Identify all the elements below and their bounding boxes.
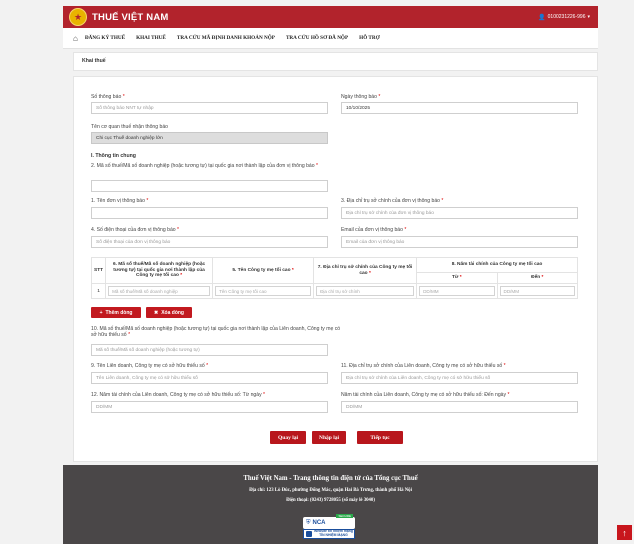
field11-label: 11. Địa chỉ trụ sở chính của Liên doanh,…	[341, 363, 506, 369]
main-navigation: ⌂ ĐĂNG KÝ THUẾ KHAI THUẾ TRA CỨU MÃ ĐỊNH…	[63, 28, 598, 49]
site-footer: Thuế Việt Nam - Trang thông tin điện tử …	[63, 465, 598, 544]
email-input[interactable]: Email của đơn vị thông báo	[341, 236, 578, 248]
back-button[interactable]: Quay lại	[270, 431, 306, 444]
plus-icon: +	[99, 309, 103, 316]
field3-label: 3. Địa chỉ trụ sở chính của đơn vị thông…	[341, 198, 444, 204]
star-icon: ★	[73, 11, 83, 22]
arrow-up-icon: ↑	[622, 527, 627, 538]
field4-input[interactable]: Số điện thoại của đơn vị thông báo	[91, 236, 328, 248]
nav-khai-thue[interactable]: KHAI THUẾ	[136, 35, 166, 41]
nav-tra-cuu-ma-dinh-danh[interactable]: TRA CỨU MÃ ĐỊNH DANH KHOẢN NỘP	[177, 35, 275, 41]
reenter-button[interactable]: Nhập lại	[312, 431, 346, 444]
table-header-col7: 7. Địa chỉ trụ sở chính của Công ty mẹ t…	[313, 257, 418, 284]
trust-icon	[306, 531, 312, 537]
table-header-col8: 8. Năm tài chính của Công ty mẹ tối cao	[416, 257, 578, 273]
field2-label: 2. Mã số thuế/Mã số doanh nghiệp (hoặc t…	[91, 163, 318, 169]
so-thong-bao-input[interactable]: Số thông báo NNT tự nhập	[91, 102, 328, 114]
scroll-to-top-button[interactable]: ↑	[617, 525, 632, 540]
co-quan-thue-label: Tên cơ quan thuế nhận thông báo	[91, 124, 168, 130]
table-header-den: Đến *	[496, 272, 579, 284]
field2-input[interactable]	[91, 180, 328, 192]
section-general-info: I. Thông tin chung	[91, 153, 136, 159]
ngay-thong-bao-input[interactable]: 10/10/2025	[341, 102, 578, 114]
footer-phone: Điện thoại: (0243) 9728055 (số máy lẻ 30…	[286, 498, 375, 503]
delete-row-button[interactable]: ✖ Xóa dòng	[146, 307, 192, 318]
field9-label: 9. Tên Liên doanh, Công ty mẹ có sở hữu …	[91, 363, 209, 369]
top-header-bar: ★ THUẾ VIỆT NAM 👤 0100231226-996 ▾	[63, 6, 598, 28]
add-row-button[interactable]: + Thêm dòng	[91, 307, 141, 318]
row-stt: 1	[90, 283, 107, 299]
home-icon[interactable]: ⌂	[73, 34, 78, 43]
row-tu-input[interactable]: DD/MM	[419, 286, 495, 296]
field12b-input[interactable]: DD/MM	[341, 401, 578, 413]
so-thong-bao-label: Số thông báo *	[91, 94, 125, 100]
table-header-col5: 5. Tên Công ty mẹ tối cao *	[212, 257, 315, 284]
close-icon: ✖	[154, 309, 159, 316]
field1-label: 1. Tên đơn vị thông báo *	[91, 198, 149, 204]
user-icon: 👤	[538, 14, 546, 21]
trust-badge[interactable]: Website tín nhiệm mạng TÍN NHIỆM MẠNG	[303, 529, 355, 539]
page-title: Khai thuế	[73, 52, 598, 71]
row-diachi-input[interactable]: Địa chỉ trụ sở chính	[316, 286, 415, 296]
field12-label: 12. Năm tài chính của Liên doanh, Công t…	[91, 392, 266, 398]
field3-input[interactable]: Địa chỉ trụ sở chính của đơn vị thông bá…	[341, 207, 578, 219]
field9-input[interactable]: Tên Liên doanh, Công ty mẹ có sở hữu thi…	[91, 372, 328, 384]
table-row: 1 Mã số thuế/Mã số doanh nghiệp Tên Công…	[90, 283, 579, 299]
nav-ho-tro[interactable]: HỖ TRỢ	[359, 35, 380, 41]
chevron-down-icon: ▾	[587, 14, 590, 20]
email-label: Email của đơn vị thông báo *	[341, 227, 407, 233]
nca-badge[interactable]: ⛨ NCA SECURE	[303, 514, 355, 529]
table-header-tu: Từ *	[416, 272, 498, 284]
user-menu[interactable]: 👤 0100231226-996 ▾	[538, 14, 590, 21]
nav-tra-cuu-ho-so[interactable]: TRA CỨU HỒ SƠ ĐÃ NỘP	[286, 35, 348, 41]
ngay-thong-bao-label: Ngày thông báo *	[341, 94, 381, 100]
field1-input[interactable]	[91, 207, 328, 219]
row-den-input[interactable]: DD/MM	[499, 286, 575, 296]
footer-address: Địa chỉ: 123 Lò Đúc, phường Đống Mác, qu…	[249, 488, 412, 493]
tax-emblem-logo[interactable]: ★	[69, 8, 87, 26]
brand-title[interactable]: THUẾ VIỆT NAM	[92, 12, 169, 23]
field10-label: 10. Mã số thuế/Mã số doanh nghiệp (hoặc …	[91, 326, 341, 338]
field4-label: 4. Số điện thoại của đơn vị thông báo *	[91, 227, 180, 233]
declaration-form: Số thông báo * Số thông báo NNT tự nhập …	[73, 76, 598, 462]
field12-input[interactable]: DD/MM	[91, 401, 328, 413]
row-ten-input[interactable]: Tên Công ty mẹ tối cao	[215, 286, 312, 296]
field11-input[interactable]: Địa chỉ trụ sở chính của Liên doanh, Côn…	[341, 372, 578, 384]
shield-icon: ⛨	[306, 519, 311, 526]
field10-input[interactable]: Mã số thuế/Mã số doanh nghiệp (hoặc tươn…	[91, 344, 328, 356]
continue-button[interactable]: Tiếp tục	[357, 431, 403, 444]
row-mst-input[interactable]: Mã số thuế/Mã số doanh nghiệp	[108, 286, 211, 296]
table-header-stt: STT	[90, 257, 107, 284]
co-quan-thue-select[interactable]: Chi cục Thuế doanh nghiệp lớn	[91, 132, 328, 144]
nav-dang-ky-thue[interactable]: ĐĂNG KÝ THUẾ	[85, 35, 125, 41]
parent-company-table: STT 6. Mã số thuế/Mã số doanh nghiệp (ho…	[90, 257, 579, 299]
footer-title: Thuế Việt Nam - Trang thông tin điện tử …	[243, 475, 418, 482]
field12b-label: Năm tài chính của Liên doanh, Công ty mẹ…	[341, 392, 510, 398]
table-header-col6: 6. Mã số thuế/Mã số doanh nghiệp (hoặc t…	[105, 257, 214, 284]
user-id: 0100231226-996	[547, 14, 586, 20]
